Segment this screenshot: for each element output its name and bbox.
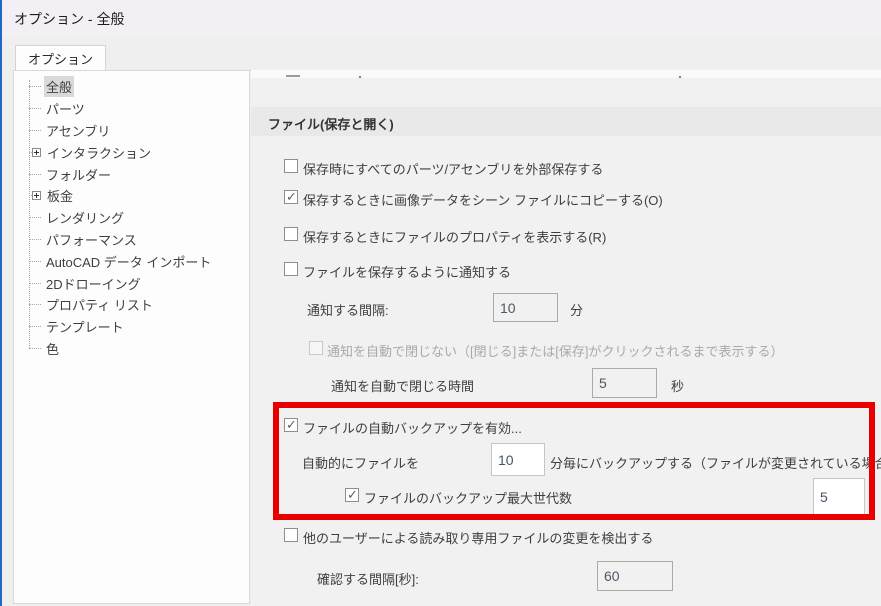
section-header-file-save-open: ファイル(保存と開く) <box>251 107 881 136</box>
backup-interval-input[interactable] <box>491 443 545 476</box>
backup-generations-checkbox[interactable] <box>345 488 359 502</box>
sidebar-item-2[interactable]: アセンブリ <box>14 120 249 142</box>
save-external-checkbox[interactable] <box>284 159 298 173</box>
notify-no-autoclose-checkbox[interactable] <box>309 341 323 355</box>
backup-generations-label: ファイルのバックアップ最大世代数 <box>364 488 572 507</box>
tree-connector <box>29 304 41 305</box>
clipped-checkbox-remnant <box>286 75 300 77</box>
tab-strip: オプション <box>2 37 881 70</box>
backup-interval-label: 自動的にファイルを <box>302 453 419 472</box>
tree-connector <box>29 108 41 109</box>
notify-interval-unit: 分 <box>570 300 583 319</box>
notify-autoclose-time-input[interactable] <box>592 368 657 398</box>
notify-interval-label: 通知する間隔: <box>307 300 389 319</box>
sidebar-item-3[interactable]: インタラクション <box>14 141 249 163</box>
tree-connector <box>29 130 41 131</box>
section-header-label: ファイル(保存と開く) <box>268 114 394 133</box>
notify-autoclose-time-label: 通知を自動で閉じる時間 <box>331 376 474 395</box>
detect-readonly-checkbox[interactable] <box>284 528 298 542</box>
check-interval-input[interactable] <box>597 561 673 591</box>
category-tree: 全般パーツアセンブリインタラクションフォルダー板金レンダリングパフォーマンスAu… <box>13 71 250 604</box>
general-settings-panel: ファイル(保存と開く) 保存時にすべてのパーツ/アセンブリを外部保存する 保存す… <box>251 70 881 606</box>
tree-connector <box>29 217 41 218</box>
titlebar: オプション - 全般 <box>2 0 881 37</box>
tree-connector <box>29 283 41 284</box>
tree-connector <box>29 348 41 349</box>
window-accent-edge <box>0 0 2 606</box>
detect-readonly-label: 他のユーザーによる読み取り専用ファイルの変更を検出する <box>303 528 653 547</box>
sidebar-item-7[interactable]: パフォーマンス <box>14 229 249 251</box>
tree-connector <box>29 326 41 327</box>
sidebar-item-label: レンダリング <box>44 207 126 228</box>
sidebar-item-12[interactable]: 色 <box>14 338 249 360</box>
sidebar-item-9[interactable]: 2Dドローイング <box>14 272 249 294</box>
clipped-text-remnant <box>359 76 361 78</box>
tree-connector <box>29 86 41 87</box>
sidebar-item-5[interactable]: 板金 <box>14 185 249 207</box>
sidebar-item-label: 板金 <box>45 185 75 206</box>
expand-plus-icon[interactable] <box>32 191 41 200</box>
tree-connector <box>29 261 41 262</box>
sidebar-item-label: フォルダー <box>44 164 113 185</box>
check-interval-label: 確認する間隔[秒]: <box>317 569 419 588</box>
sidebar-item-label: アセンブリ <box>44 120 112 141</box>
sidebar-item-label: AutoCAD データ インポート <box>44 251 213 272</box>
notify-save-label: ファイルを保存するように通知する <box>303 262 511 281</box>
clipped-text-remnant <box>679 76 681 78</box>
sidebar-item-label: テンプレート <box>44 316 126 337</box>
show-properties-checkbox[interactable] <box>284 227 298 241</box>
backup-enable-label: ファイルの自動バックアップを有効... <box>303 418 522 437</box>
backup-generations-input[interactable] <box>813 478 865 515</box>
backup-enable-checkbox[interactable] <box>284 418 298 432</box>
expand-plus-icon[interactable] <box>32 148 41 157</box>
options-dialog: オプション - 全般 オプション 全般パーツアセンブリインタラクションフォルダー… <box>0 0 881 606</box>
sidebar-item-label: 全般 <box>44 76 74 97</box>
save-external-label: 保存時にすべてのパーツ/アセンブリを外部保存する <box>303 159 603 178</box>
copy-image-data-checkbox[interactable] <box>284 190 298 204</box>
tab-options-label: オプション <box>28 49 93 68</box>
sidebar-item-label: プロパティ リスト <box>44 294 155 315</box>
sidebar-item-11[interactable]: テンプレート <box>14 316 249 338</box>
copy-image-data-label: 保存するときに画像データをシーン ファイルにコピーする(O) <box>303 190 663 209</box>
window-title: オプション - 全般 <box>14 9 124 29</box>
sidebar-item-10[interactable]: プロパティ リスト <box>14 294 249 316</box>
notify-save-checkbox[interactable] <box>284 262 298 276</box>
notify-autoclose-time-unit: 秒 <box>671 376 684 395</box>
tree-connector <box>29 174 41 175</box>
sidebar-item-1[interactable]: パーツ <box>14 98 249 120</box>
tree-items: 全般パーツアセンブリインタラクションフォルダー板金レンダリングパフォーマンスAu… <box>14 76 249 359</box>
notify-interval-input[interactable] <box>493 293 558 322</box>
sidebar-item-label: 色 <box>44 338 61 359</box>
sidebar-item-6[interactable]: レンダリング <box>14 207 249 229</box>
sidebar-item-label: パフォーマンス <box>44 229 139 250</box>
sidebar-item-0[interactable]: 全般 <box>14 76 249 98</box>
sidebar-item-label: インタラクション <box>45 142 153 163</box>
clipped-row-strip <box>251 70 881 78</box>
sidebar-item-8[interactable]: AutoCAD データ インポート <box>14 250 249 272</box>
show-properties-label: 保存するときにファイルのプロパティを表示する(R) <box>303 227 606 246</box>
sidebar-item-4[interactable]: フォルダー <box>14 163 249 185</box>
sidebar-item-label: 2Dドローイング <box>44 273 143 294</box>
notify-no-autoclose-label: 通知を自動で閉じない（[閉じる]または[保存]がクリックされるまで表示する） <box>327 341 783 360</box>
tab-options[interactable]: オプション <box>15 45 106 71</box>
sidebar-item-label: パーツ <box>44 98 87 119</box>
tree-connector <box>29 239 41 240</box>
backup-interval-suffix: 分毎にバックアップする（ファイルが変更されている場合） <box>550 453 881 472</box>
